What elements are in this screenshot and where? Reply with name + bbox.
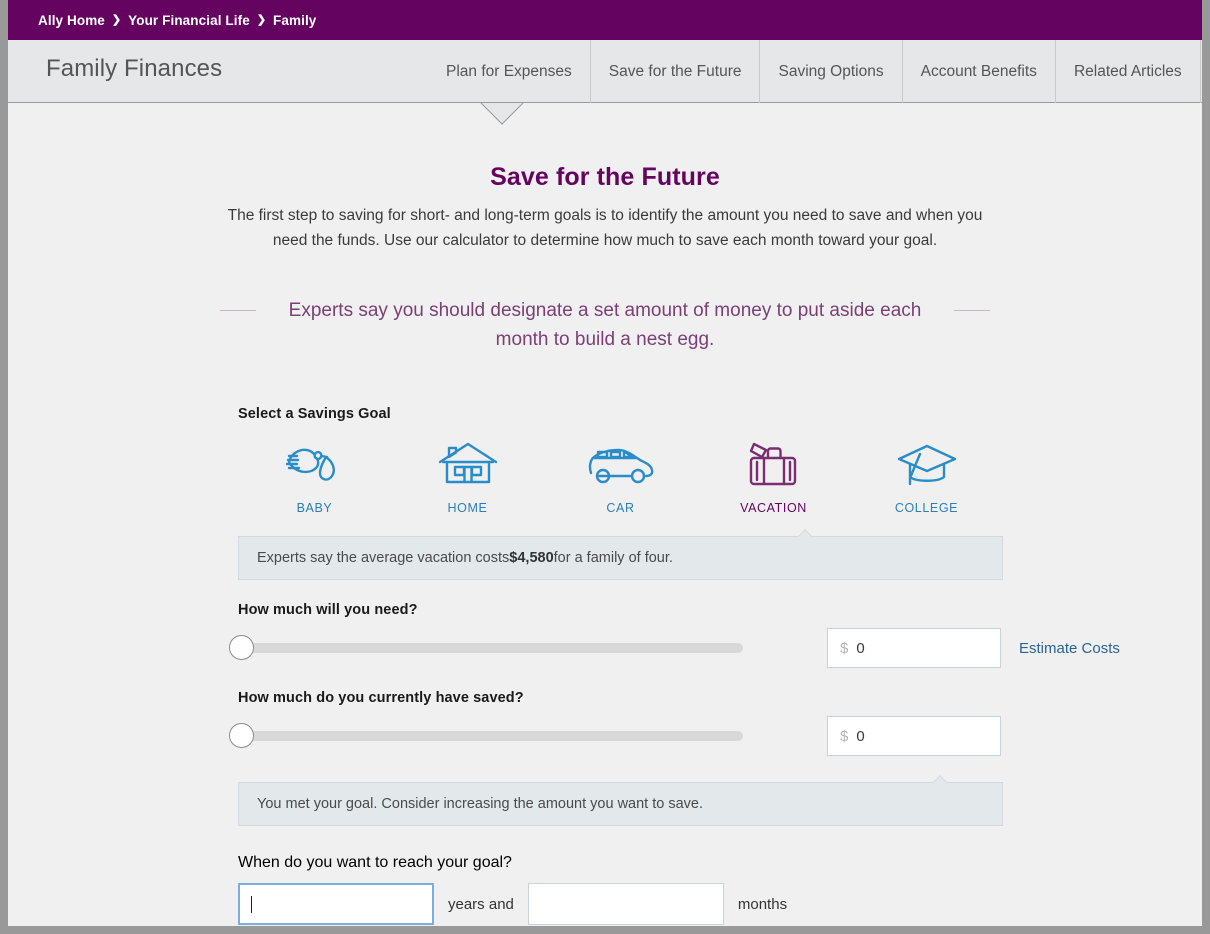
goal-label-baby: BABY (296, 501, 333, 516)
goal-option-home[interactable]: HOME (391, 440, 544, 515)
graduation-cap-icon (896, 440, 958, 488)
page-frame: Ally Home ❯ Your Financial Life ❯ Family… (8, 0, 1202, 926)
house-icon (437, 440, 499, 488)
section-title: Save for the Future (490, 163, 720, 191)
years-input[interactable] (238, 883, 434, 926)
tab-related-articles[interactable]: Related Articles (1054, 40, 1201, 103)
saved-amount-value: 0 (856, 727, 865, 745)
site-header: Family Finances Plan for Expenses Save f… (8, 40, 1202, 103)
goal-info-banner: Experts say the average vacation costs $… (238, 536, 1003, 581)
result-banner: You met your goal. Consider increasing t… (238, 782, 1003, 827)
months-input[interactable] (527, 883, 724, 926)
text-cursor-icon (251, 895, 252, 913)
goal-option-car[interactable]: CAR (544, 440, 697, 515)
breadcrumb-item-ally-home[interactable]: Ally Home (38, 13, 105, 28)
tab-account-benefits[interactable]: Account Benefits (901, 40, 1055, 103)
goal-banner-amount: $4,580 (509, 550, 554, 567)
goal-banner-suffix: for a family of four. (553, 550, 673, 567)
quote-rule-left (220, 309, 256, 311)
breadcrumb-item-family[interactable]: Family (273, 13, 316, 28)
goal-option-baby[interactable]: BABY (238, 440, 391, 515)
goal-option-college[interactable]: COLLEGE (850, 440, 1003, 515)
tab-plan-for-expenses[interactable]: Plan for Expenses (428, 40, 590, 103)
goal-banner-prefix: Experts say the average vacation costs (257, 550, 510, 567)
goal-label-home: HOME (447, 501, 488, 516)
result-banner-text: You met your goal. Consider increasing t… (257, 796, 704, 813)
main-nav: Plan for Expenses Save for the Future Sa… (428, 40, 1201, 103)
dollar-sign-icon: $ (840, 639, 849, 657)
need-amount-label: How much will you need? (238, 602, 418, 619)
goal-selector: BABY HOME CAR VACATION COLLEGE (238, 440, 1003, 515)
car-icon (586, 440, 656, 488)
need-amount-value: 0 (856, 639, 865, 657)
section-description: The first step to saving for short- and … (227, 207, 983, 249)
suitcase-icon (746, 440, 802, 488)
banner-caret-icon (931, 774, 948, 783)
years-unit-label: years and (448, 895, 514, 913)
saved-amount-row: How much do you currently have saved? $ … (229, 690, 1003, 757)
need-amount-row: How much will you need? $ 0 Estimate Cos… (229, 602, 1120, 669)
tab-saving-options[interactable]: Saving Options (759, 40, 901, 103)
need-amount-input[interactable]: $ 0 (827, 628, 1001, 669)
goal-label-car: CAR (606, 501, 635, 516)
stork-icon (280, 440, 350, 488)
saved-amount-slider-thumb[interactable] (229, 723, 254, 749)
page-title: Family Finances (46, 55, 223, 82)
quote-text: Experts say you should designate a set a… (288, 299, 922, 351)
goal-date-row: When do you want to reach your goal? yea… (238, 854, 1003, 926)
goal-section-label: Select a Savings Goal (238, 406, 391, 423)
saved-amount-slider[interactable] (229, 723, 743, 749)
savings-calculator: Select a Savings Goal BABY HOME CAR VACA… (229, 406, 1120, 926)
banner-caret-icon (796, 528, 813, 537)
main-content: Save for the Future The first step to sa… (8, 103, 1202, 926)
breadcrumb-item-your-financial-life[interactable]: Your Financial Life (128, 13, 250, 28)
breadcrumb-separator-icon: ❯ (256, 13, 267, 26)
goal-option-vacation[interactable]: VACATION (697, 440, 850, 515)
pull-quote: Experts say you should designate a set a… (220, 296, 990, 355)
months-unit-label: months (737, 895, 788, 913)
goal-label-vacation: VACATION (740, 501, 807, 516)
goal-label-college: COLLEGE (894, 501, 959, 516)
quote-rule-right (954, 309, 990, 311)
tab-save-for-the-future[interactable]: Save for the Future (589, 40, 760, 103)
dollar-sign-icon: $ (840, 727, 849, 745)
saved-amount-label: How much do you currently have saved? (238, 690, 524, 707)
estimate-costs-link[interactable]: Estimate Costs (1019, 640, 1120, 657)
need-amount-slider[interactable] (229, 635, 743, 661)
saved-amount-input[interactable]: $ 0 (827, 716, 1001, 757)
goal-date-label: When do you want to reach your goal? (238, 854, 512, 872)
need-amount-slider-thumb[interactable] (229, 635, 254, 661)
breadcrumb-separator-icon: ❯ (111, 13, 122, 26)
breadcrumb: Ally Home ❯ Your Financial Life ❯ Family (8, 0, 1202, 40)
